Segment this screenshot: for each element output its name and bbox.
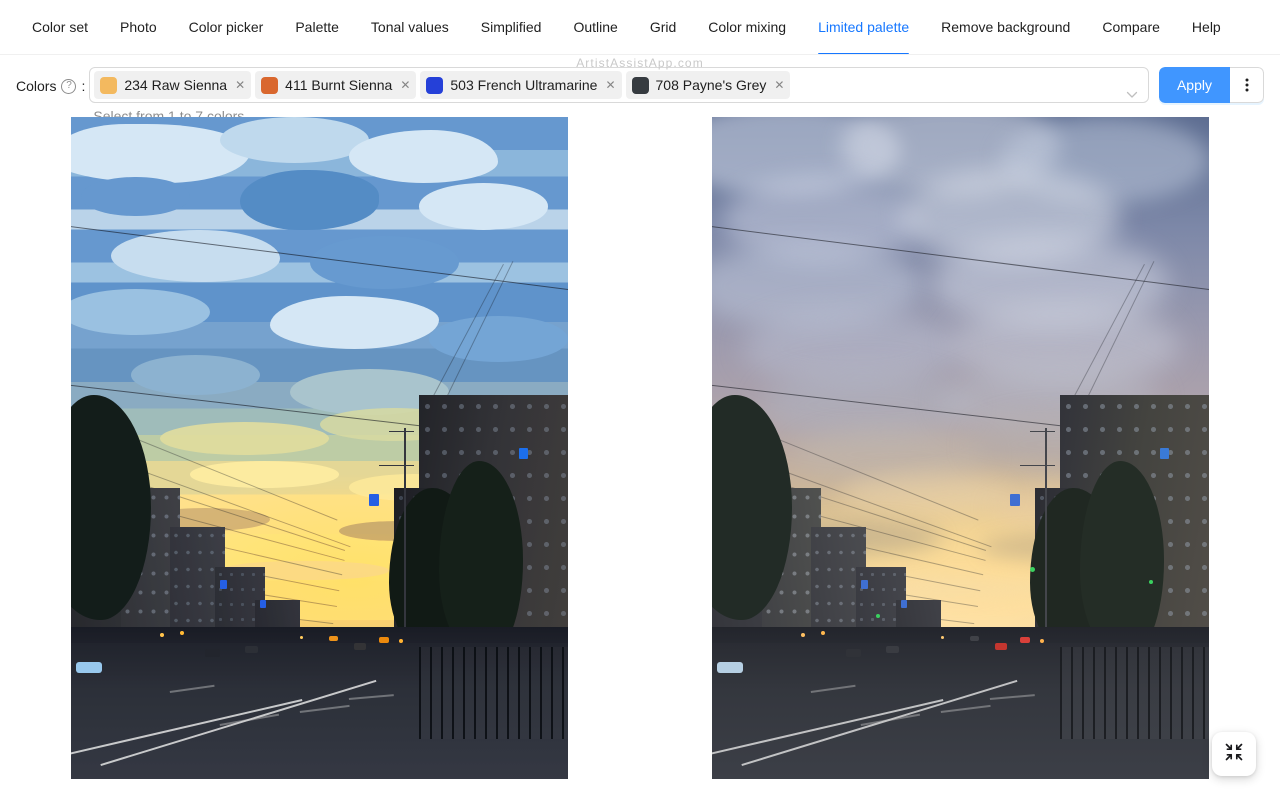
color-tag-503-french-ultramarine[interactable]: 503 French Ultramarine ✕ — [420, 71, 622, 99]
tab-color-set[interactable]: Color set — [16, 0, 104, 54]
close-icon[interactable]: ✕ — [399, 79, 411, 91]
color-swatch-icon — [100, 76, 118, 94]
color-tag-411-burnt-sienna[interactable]: 411 Burnt Sienna ✕ — [255, 71, 417, 99]
tab-remove-background[interactable]: Remove background — [925, 0, 1086, 54]
tab-outline[interactable]: Outline — [557, 0, 633, 54]
more-options-button[interactable] — [1230, 67, 1264, 103]
color-tag-label: 708 Payne's Grey — [655, 77, 767, 93]
color-tag-label: 411 Burnt Sienna — [285, 77, 393, 93]
colors-label-colon: : — [81, 78, 86, 94]
color-tag-234-raw-sienna[interactable]: 234 Raw Sienna ✕ — [94, 71, 252, 99]
color-tag-708-paynes-grey[interactable]: 708 Payne's Grey ✕ — [625, 71, 791, 99]
colors-label-text: Colors — [16, 78, 57, 94]
tab-simplified[interactable]: Simplified — [465, 0, 558, 54]
tab-help[interactable]: Help — [1176, 0, 1237, 54]
apply-button-group: Apply — [1158, 67, 1264, 103]
tab-color-picker[interactable]: Color picker — [173, 0, 280, 54]
tab-color-mixing[interactable]: Color mixing — [692, 0, 802, 54]
close-icon[interactable]: ✕ — [773, 79, 785, 91]
color-swatch-icon — [426, 76, 444, 94]
tab-compare[interactable]: Compare — [1086, 0, 1176, 54]
tab-tonal-values[interactable]: Tonal values — [355, 0, 465, 54]
color-tag-label: 503 French Ultramarine — [450, 77, 598, 93]
tab-palette[interactable]: Palette — [279, 0, 355, 54]
compress-arrows-button[interactable] — [1212, 732, 1256, 776]
tab-limited-palette[interactable]: Limited palette — [802, 0, 925, 54]
main-navigation: Color set Photo Color picker Palette Ton… — [0, 0, 1280, 55]
image-comparison-viewer — [0, 117, 1280, 779]
question-circle-icon[interactable]: ? — [61, 78, 77, 94]
tab-grid[interactable]: Grid — [634, 0, 692, 54]
colors-toolbar: Colors ? : 234 Raw Sienna ✕ 411 Burnt Si… — [0, 55, 1280, 124]
compress-arrows-icon — [1224, 742, 1244, 767]
colors-select-wrapper: 234 Raw Sienna ✕ 411 Burnt Sienna ✕ 503 … — [89, 67, 1149, 124]
original-photo-image[interactable] — [712, 117, 1209, 779]
close-icon[interactable]: ✕ — [234, 79, 246, 91]
colors-label: Colors ? : — [16, 67, 85, 104]
color-tag-label: 234 Raw Sienna — [124, 77, 228, 93]
color-swatch-icon — [631, 76, 649, 94]
apply-button[interactable]: Apply — [1158, 67, 1230, 103]
tab-photo[interactable]: Photo — [104, 0, 173, 54]
limited-palette-result-image[interactable] — [71, 117, 568, 779]
chevron-down-icon[interactable] — [1126, 88, 1138, 103]
color-swatch-icon — [261, 76, 279, 94]
colors-multiselect[interactable]: 234 Raw Sienna ✕ 411 Burnt Sienna ✕ 503 … — [89, 67, 1149, 103]
close-icon[interactable]: ✕ — [604, 79, 616, 91]
